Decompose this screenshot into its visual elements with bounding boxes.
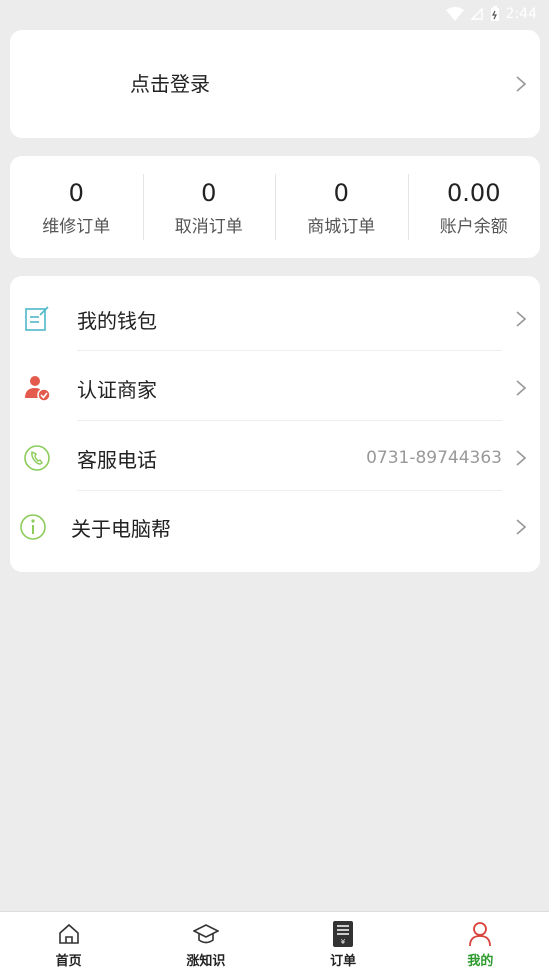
status-bar: 2:44 — [0, 0, 549, 28]
menu-item-verify-merchant[interactable]: 认证商家 — [10, 353, 540, 423]
battery-icon — [490, 6, 500, 22]
stat-value: 0 — [201, 178, 217, 207]
stat-value: 0.00 — [447, 178, 501, 207]
stat-label: 商城订单 — [307, 216, 376, 237]
stat-account-balance[interactable]: 0.00 账户余额 — [407, 156, 541, 258]
stat-label: 账户余额 — [439, 216, 508, 237]
menu-card: 我的钱包 认证商家 客服电话 0731-89744363 关于电脑帮 — [10, 276, 540, 572]
tab-label: 订单 — [330, 953, 357, 969]
stat-label: 取消订单 — [174, 216, 243, 237]
tab-mine[interactable]: 我的 — [412, 912, 549, 976]
menu-label: 关于电脑帮 — [71, 516, 171, 541]
login-label: 点击登录 — [130, 72, 210, 96]
graduation-cap-icon — [192, 920, 220, 948]
chevron-right-icon — [516, 519, 527, 535]
divider — [77, 490, 502, 491]
tab-label: 我的 — [467, 953, 494, 969]
user-icon — [466, 920, 494, 948]
stat-value: 0 — [68, 178, 84, 207]
tab-label: 涨知识 — [186, 953, 226, 969]
stat-shop-orders[interactable]: 0 商城订单 — [275, 156, 408, 258]
order-stats-card: 0 维修订单 0 取消订单 0 商城订单 0.00 账户余额 — [10, 156, 540, 258]
wallet-note-icon — [22, 304, 52, 334]
signal-icon — [469, 7, 484, 21]
menu-label: 我的钱包 — [77, 308, 157, 333]
tab-home[interactable]: 首页 — [0, 912, 137, 976]
home-icon — [55, 920, 83, 948]
info-icon — [18, 512, 48, 542]
service-phone-number: 0731-89744363 — [366, 448, 502, 468]
chevron-right-icon — [516, 380, 527, 396]
stat-repair-orders[interactable]: 0 维修订单 — [10, 156, 143, 258]
tab-knowledge[interactable]: 涨知识 — [137, 912, 274, 976]
menu-item-about[interactable]: 关于电脑帮 — [10, 492, 540, 562]
status-time: 2:44 — [505, 6, 537, 22]
divider — [77, 350, 502, 351]
tab-label: 首页 — [55, 953, 82, 969]
menu-label: 认证商家 — [77, 377, 157, 402]
verified-user-icon — [22, 373, 52, 403]
menu-item-wallet[interactable]: 我的钱包 — [10, 284, 540, 354]
login-card[interactable]: 点击登录 — [10, 30, 540, 138]
phone-icon — [22, 443, 52, 473]
tab-orders[interactable]: ¥ 订单 — [275, 912, 412, 976]
menu-item-customer-service[interactable]: 客服电话 0731-89744363 — [10, 423, 540, 493]
wifi-icon — [445, 7, 464, 21]
stat-cancelled-orders[interactable]: 0 取消订单 — [142, 156, 276, 258]
divider — [77, 420, 502, 421]
chevron-right-icon — [516, 450, 527, 466]
stat-value: 0 — [333, 178, 349, 207]
bottom-tab-bar: 首页 涨知识 ¥ 订单 我的 — [0, 911, 549, 976]
chevron-right-icon — [516, 76, 527, 92]
chevron-right-icon — [516, 311, 527, 327]
menu-label: 客服电话 — [77, 447, 157, 472]
order-receipt-icon: ¥ — [329, 920, 357, 948]
stat-label: 维修订单 — [42, 216, 111, 237]
svg-text:¥: ¥ — [341, 938, 346, 946]
